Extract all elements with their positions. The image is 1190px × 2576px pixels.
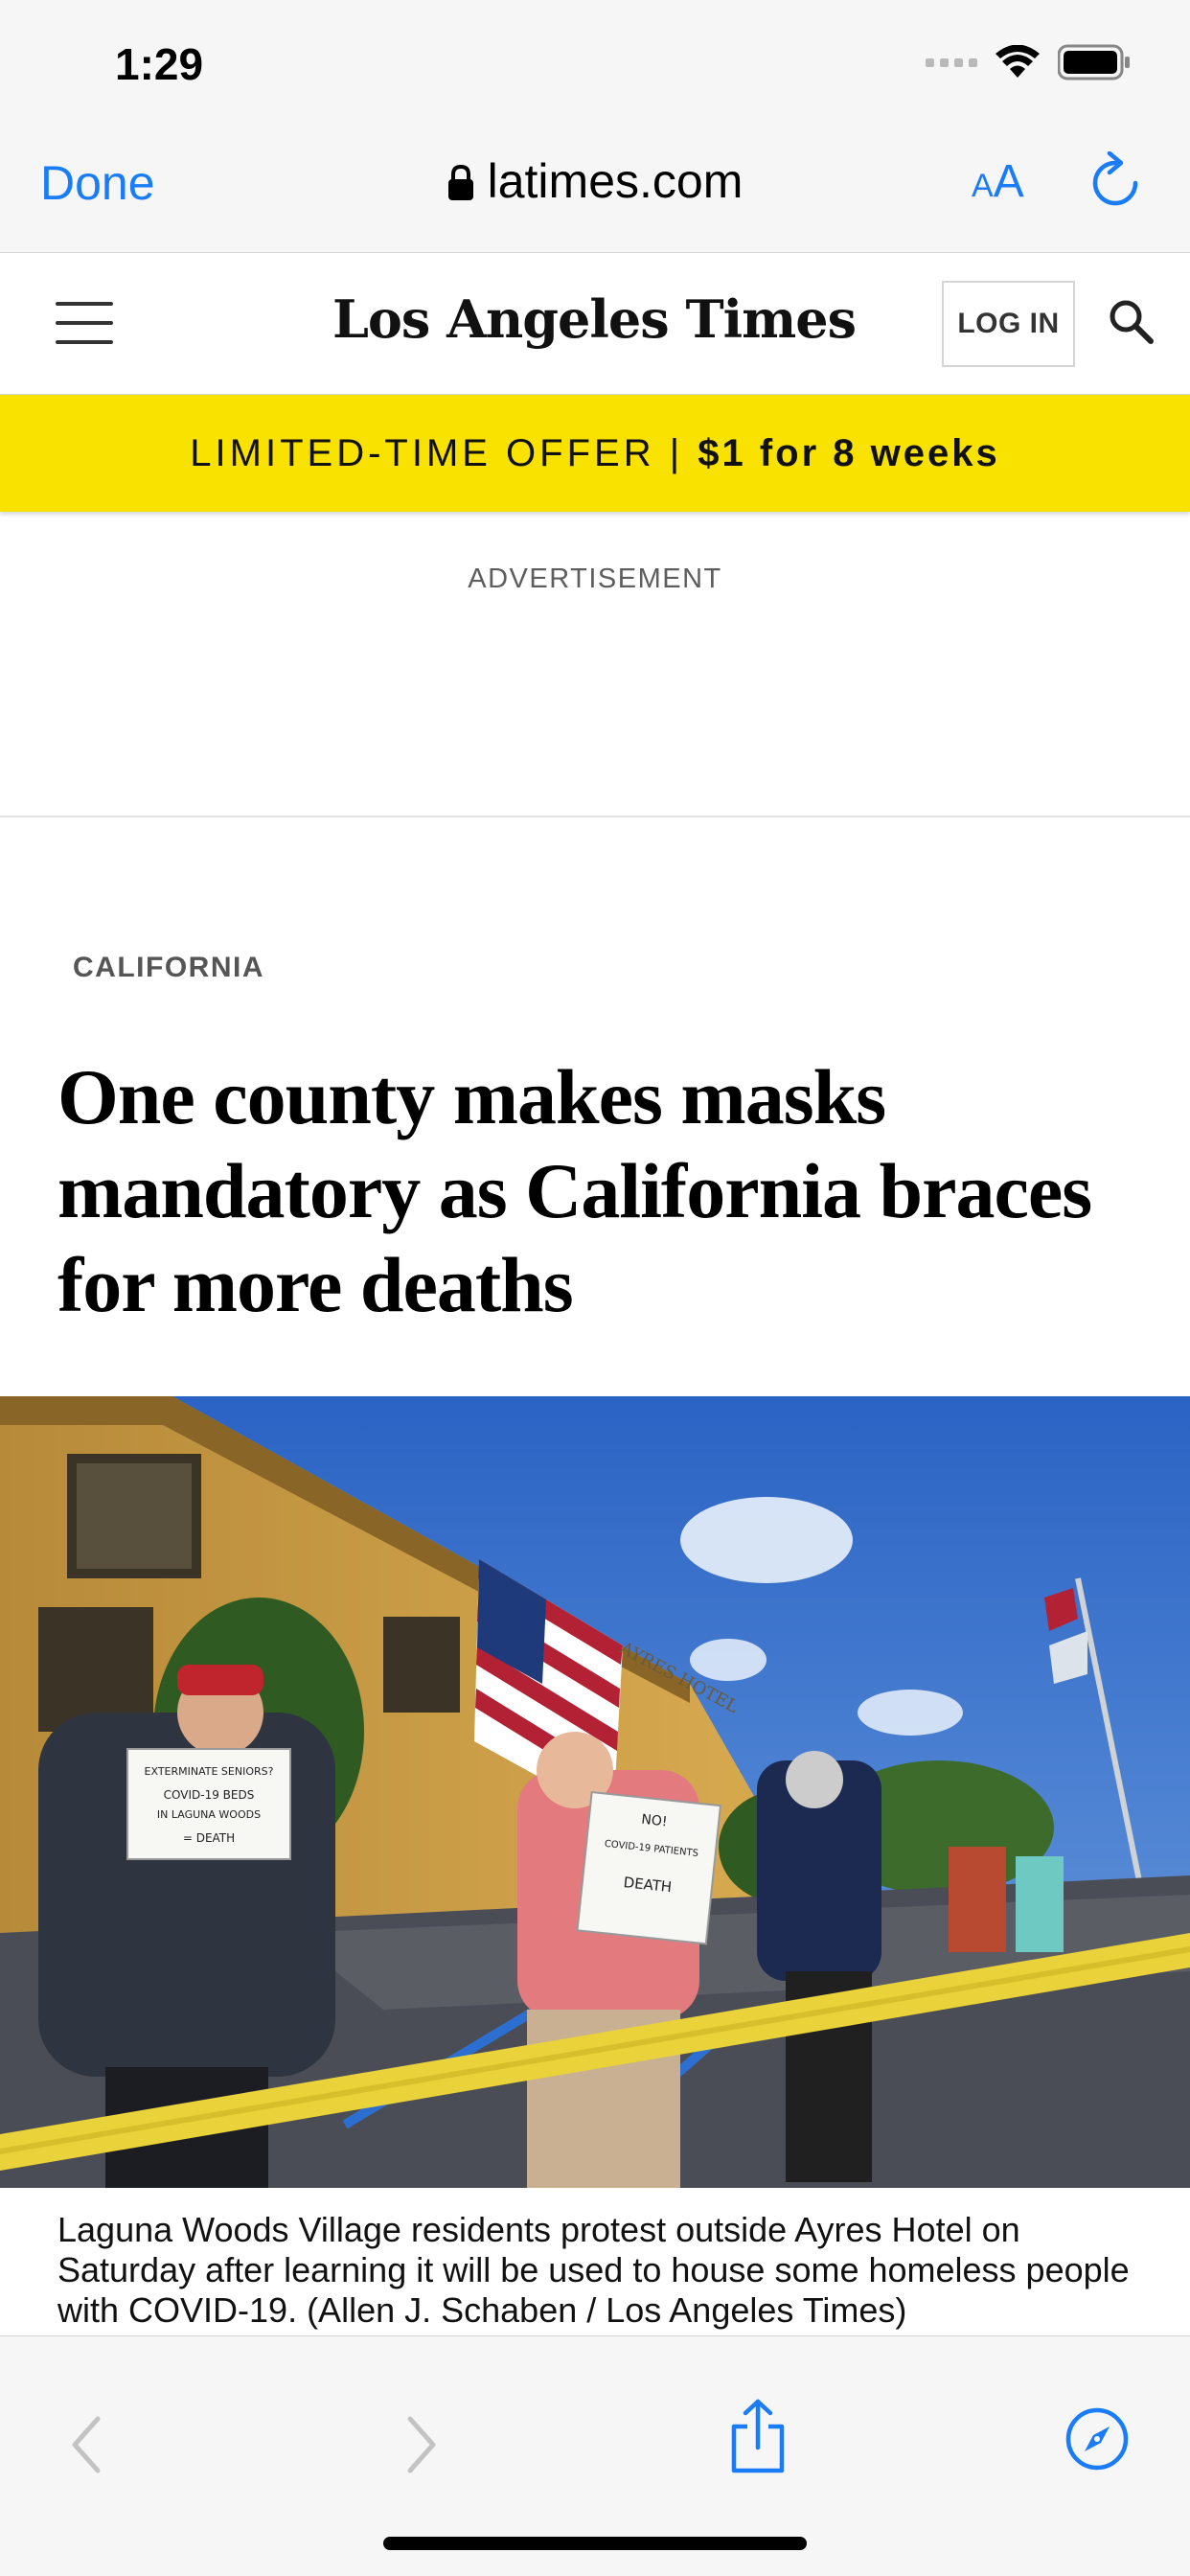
text-size-large-a: A xyxy=(993,156,1024,207)
article-photo[interactable]: EXTERMINATE SENIORS? COVID-19 BEDS IN LA… xyxy=(0,1396,1190,2188)
search-icon[interactable] xyxy=(1108,298,1156,351)
status-icons xyxy=(926,44,1131,80)
chevron-right-icon[interactable] xyxy=(402,2411,441,2483)
advertisement-label: ADVERTISEMENT xyxy=(468,564,722,594)
chevron-left-icon[interactable] xyxy=(67,2411,105,2483)
home-indicator[interactable] xyxy=(383,2537,807,2550)
status-time: 1:29 xyxy=(115,39,204,89)
divider xyxy=(0,816,1190,817)
photo-sign-left-line2: COVID-19 BEDS xyxy=(164,1788,255,1802)
hamburger-icon[interactable] xyxy=(56,302,113,344)
photo-sign-left-line4: = DEATH xyxy=(183,1831,235,1845)
lock-icon xyxy=(447,157,474,213)
section-label[interactable]: CALIFORNIA xyxy=(73,952,264,984)
promo-offer: $1 for 8 weeks xyxy=(698,432,1000,474)
photo-sign-left-line1: EXTERMINATE SENIORS? xyxy=(145,1765,274,1778)
compass-icon[interactable] xyxy=(1064,2405,1131,2477)
promo-prefix: LIMITED-TIME OFFER | xyxy=(190,432,698,474)
status-bar: 1:29 xyxy=(0,0,1190,126)
photo-caption: Laguna Woods Village residents protest o… xyxy=(57,2210,1130,2330)
photo-sign-left-line3: IN LAGUNA WOODS xyxy=(157,1808,261,1821)
share-icon[interactable] xyxy=(728,2398,788,2479)
login-button[interactable]: LOG IN xyxy=(942,281,1075,367)
site-header: Los Angeles Times LOG IN xyxy=(0,254,1190,395)
domain-text: latimes.com xyxy=(487,154,744,208)
browser-url-bar: Done latimes.com AA xyxy=(0,126,1190,253)
cellular-signal-icon xyxy=(926,58,977,67)
site-logo[interactable]: Los Angeles Times xyxy=(287,288,901,350)
photo-sign-right-line1: NO! xyxy=(641,1812,669,1830)
promo-banner[interactable]: LIMITED-TIME OFFER | $1 for 8 weeks xyxy=(0,395,1190,512)
article-headline: One county makes masks mandatory as Cali… xyxy=(57,1053,1092,1328)
battery-icon xyxy=(1058,44,1131,80)
text-size-button[interactable]: AA xyxy=(972,155,1024,208)
wifi-icon xyxy=(995,45,1041,80)
reload-icon[interactable] xyxy=(1087,150,1144,218)
text-size-small-a: A xyxy=(972,168,994,204)
